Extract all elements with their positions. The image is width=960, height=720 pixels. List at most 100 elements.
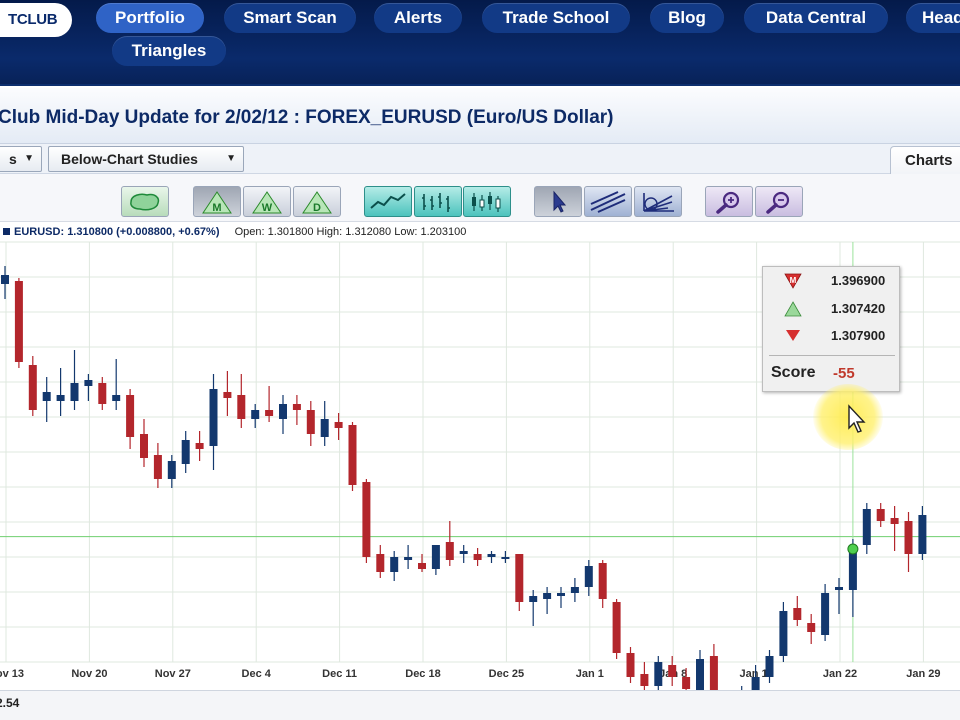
candle-body xyxy=(112,395,121,401)
site-logo[interactable]: TCLUB xyxy=(0,3,72,37)
zoom-out-icon xyxy=(766,191,790,214)
zoom-in-button[interactable] xyxy=(705,186,753,217)
candle-body xyxy=(334,422,343,428)
bar-chart-button[interactable] xyxy=(414,186,462,217)
x-tick-label: Nov 13 xyxy=(0,668,24,680)
x-tick-label: Nov 20 xyxy=(71,668,107,680)
candle-body xyxy=(515,554,524,602)
chart-toolbar: M W D xyxy=(0,174,960,222)
signal-weekly-value: 1.307420 xyxy=(831,301,886,316)
period-weekly-button[interactable]: W xyxy=(243,186,291,217)
x-tick-label: Dec 11 xyxy=(322,668,357,680)
monthly-down-triangle-icon: M xyxy=(784,273,802,289)
candle-body xyxy=(501,557,510,559)
candle-body xyxy=(292,404,301,410)
signal-row-daily: 1.307900 xyxy=(763,324,901,348)
candle-body xyxy=(459,551,468,554)
candle-body xyxy=(807,623,816,632)
nav-trade-school[interactable]: Trade School xyxy=(482,3,630,33)
candle-body xyxy=(279,404,287,419)
above-chart-dropdown[interactable]: s ▼ xyxy=(0,146,42,172)
candle-body xyxy=(751,677,760,690)
candle-body xyxy=(56,395,65,401)
nav-smart-scan[interactable]: Smart Scan xyxy=(224,3,356,33)
nav-portfolio[interactable]: Portfolio xyxy=(96,3,204,33)
candle-body xyxy=(445,542,454,560)
tab-charts[interactable]: Charts xyxy=(890,146,960,176)
mouse-cursor-icon xyxy=(848,404,866,433)
candle-body xyxy=(529,596,538,602)
candle-body xyxy=(598,563,607,599)
below-chart-studies-dropdown[interactable]: Below-Chart Studies ▼ xyxy=(48,146,244,172)
candle-body xyxy=(890,518,899,524)
candle-body xyxy=(320,419,329,437)
dropdown-arrow-icon: ▼ xyxy=(226,153,236,164)
candle-body xyxy=(640,674,649,686)
candle-body xyxy=(418,563,426,569)
candle-body xyxy=(821,593,830,635)
symbol-label: EURUSD: xyxy=(14,226,65,238)
candle-body xyxy=(862,509,871,545)
above-chart-dropdown-label: s xyxy=(9,151,17,167)
pointer-tool-button[interactable] xyxy=(534,186,582,217)
signal-row-weekly: 1.307420 xyxy=(763,297,901,321)
trendline-icon xyxy=(590,190,626,213)
dropdown-arrow-icon: ▼ xyxy=(24,153,34,164)
map-icon xyxy=(130,193,160,210)
triangle-up-icon: W xyxy=(252,190,282,214)
low-price: Low: 1.203100 xyxy=(394,226,467,238)
candle-body xyxy=(473,554,482,560)
candle-body xyxy=(362,482,371,557)
nav-data-central[interactable]: Data Central xyxy=(744,3,888,33)
x-tick-label: Dec 25 xyxy=(489,668,524,680)
ohlc-bars-icon xyxy=(422,192,450,212)
weekly-up-triangle-icon xyxy=(784,301,802,317)
candle-body xyxy=(904,521,913,554)
series-swatch xyxy=(3,228,10,235)
candle-body xyxy=(209,389,218,446)
signal-divider xyxy=(769,355,895,356)
score-label: Score xyxy=(771,364,816,381)
zoom-out-button[interactable] xyxy=(755,186,803,217)
candle-body xyxy=(251,410,260,419)
candle-body xyxy=(682,677,691,689)
candle-body xyxy=(14,281,23,362)
fibonacci-tool-button[interactable] xyxy=(634,186,682,217)
map-tool-button[interactable] xyxy=(121,186,169,217)
signal-monthly-value: 1.396900 xyxy=(831,273,886,288)
pointer-icon xyxy=(553,190,567,213)
candle-body xyxy=(223,392,232,398)
candle-body xyxy=(84,380,93,386)
candle-body xyxy=(668,665,677,677)
candlestick-button[interactable] xyxy=(463,186,511,217)
nav-head[interactable]: Head xyxy=(906,3,960,33)
chart-controls: s ▼ Below-Chart Studies ▼ Charts xyxy=(0,144,960,176)
candle-body xyxy=(654,662,663,686)
candle-body xyxy=(779,611,788,656)
candle-body xyxy=(28,365,37,410)
last-price: 1.310800 xyxy=(67,226,114,238)
period-daily-label: D xyxy=(313,202,321,214)
candle-body xyxy=(195,443,204,449)
daily-down-triangle-icon xyxy=(786,330,800,341)
candle-body xyxy=(1,275,9,284)
x-tick-label: Nov 27 xyxy=(155,668,191,680)
top-nav: TCLUB Portfolio Smart Scan Alerts Trade … xyxy=(0,0,960,86)
nav-triangles[interactable]: Triangles xyxy=(112,36,226,66)
candle-body xyxy=(306,410,315,434)
trendline-tool-button[interactable] xyxy=(584,186,632,217)
candle-body xyxy=(626,653,635,677)
nav-alerts[interactable]: Alerts xyxy=(374,3,462,33)
x-tick-label: Dec 18 xyxy=(405,668,440,680)
svg-text:M: M xyxy=(790,276,797,285)
nav-blog[interactable]: Blog xyxy=(650,3,724,33)
candle-body xyxy=(70,383,79,401)
candle-body xyxy=(876,509,885,521)
price-info-bar: EURUSD: 1.310800 (+0.008800, +0.67%) Ope… xyxy=(0,226,466,242)
signal-row-monthly: M 1.396900 xyxy=(763,269,901,293)
candle-body xyxy=(265,410,274,416)
candle-body xyxy=(570,587,579,593)
period-monthly-button[interactable]: M xyxy=(193,186,241,217)
line-chart-button[interactable] xyxy=(364,186,412,217)
period-daily-button[interactable]: D xyxy=(293,186,341,217)
